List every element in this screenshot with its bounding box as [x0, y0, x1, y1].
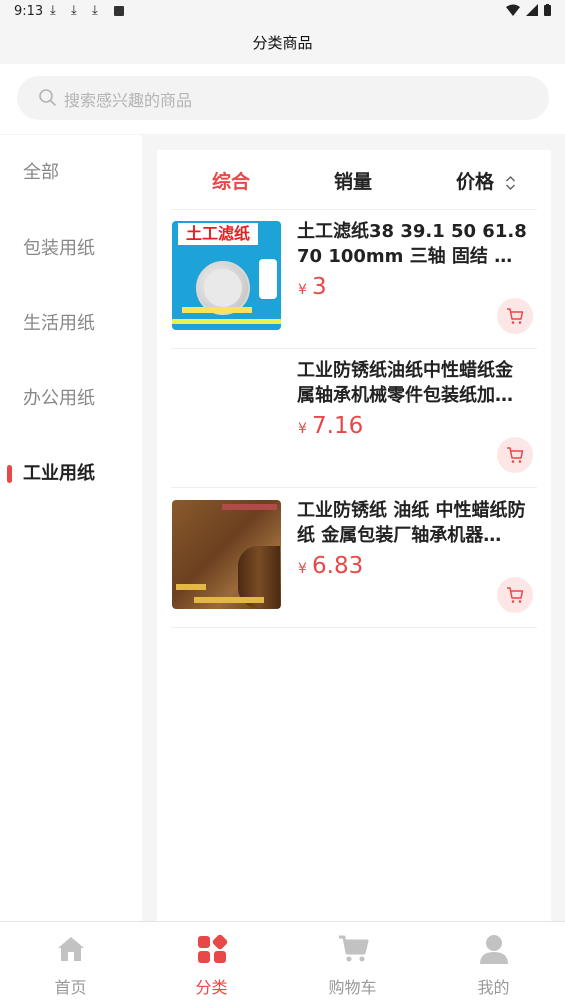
sidebar-item-industrial-paper[interactable]: 工业用纸: [0, 449, 142, 499]
product-name[interactable]: 工业防锈纸油纸中性蜡纸金属轴承机械零件包装纸加…: [297, 358, 529, 408]
tab-label: 我的: [477, 978, 510, 997]
currency-symbol: ¥: [298, 561, 307, 577]
product-image[interactable]: 土工滤纸: [172, 221, 281, 330]
sort-comprehensive-tab[interactable]: 综合: [212, 167, 250, 194]
price-value: 7.16: [312, 413, 364, 439]
sort-sales-tab[interactable]: 销量: [334, 167, 372, 194]
product-price: ¥ 7.16: [298, 413, 363, 439]
tab-home[interactable]: 首页: [0, 922, 141, 1004]
product-panel: 综合 销量 价格 土工滤纸 土工滤纸38 39.1 50 61.8 70 100…: [157, 150, 551, 921]
search-input[interactable]: 搜索感兴趣的商品: [17, 76, 549, 120]
tab-category[interactable]: 分类: [141, 922, 282, 1004]
tab-label: 首页: [54, 978, 87, 997]
product-image-shape: [176, 584, 206, 590]
add-to-cart-button[interactable]: [497, 298, 533, 334]
price-value: 6.83: [312, 553, 364, 579]
product-image[interactable]: [172, 500, 281, 609]
signal-icon: [526, 4, 539, 16]
battery-icon: [544, 4, 551, 16]
cart-icon: [339, 935, 369, 962]
sort-price-label: 价格: [456, 171, 495, 193]
user-icon: [480, 935, 508, 964]
tab-label: 分类: [195, 978, 228, 997]
search-placeholder: 搜索感兴趣的商品: [64, 91, 193, 110]
search-area: 搜索感兴趣的商品: [0, 64, 565, 134]
product-image-caption: 土工滤纸: [178, 223, 258, 245]
sidebar-item-household-paper[interactable]: 生活用纸: [0, 299, 142, 349]
status-bar: 9:13 ⤓ ⤓ ⤓: [0, 0, 565, 24]
product-name[interactable]: 土工滤纸38 39.1 50 61.8 70 100mm 三轴 固结 直剪 …: [297, 219, 529, 269]
bottom-tab-bar: 首页 分类 购物车 我的: [0, 921, 565, 1004]
sidebar-item-packaging-paper[interactable]: 包装用纸: [0, 224, 142, 274]
download-icon: ⤓: [92, 3, 98, 18]
product-image-shape: [259, 259, 277, 299]
currency-symbol: ¥: [298, 421, 307, 437]
status-right-icons: [506, 4, 551, 19]
product-price: ¥ 3: [298, 274, 327, 300]
product-item[interactable]: 工业防锈纸 油纸 中性蜡纸防纸 金属包装厂轴承机器… ¥ 6.83: [171, 489, 537, 628]
product-image-shape: [172, 319, 281, 324]
product-item[interactable]: 工业防锈纸油纸中性蜡纸金属轴承机械零件包装纸加… ¥ 7.16: [171, 349, 537, 488]
wifi-icon: [506, 4, 521, 16]
cart-icon: [507, 447, 524, 463]
download-icon: ⤓: [50, 3, 56, 18]
add-to-cart-button[interactable]: [497, 437, 533, 473]
currency-symbol: ¥: [298, 282, 307, 298]
tab-label: 购物车: [328, 978, 377, 997]
tab-cart[interactable]: 购物车: [282, 922, 423, 1004]
sidebar-item-office-paper[interactable]: 办公用纸: [0, 374, 142, 424]
status-time: 9:13: [14, 4, 44, 19]
product-image-shape: [194, 597, 264, 603]
product-item[interactable]: 土工滤纸 土工滤纸38 39.1 50 61.8 70 100mm 三轴 固结 …: [171, 210, 537, 349]
sidebar-item-all[interactable]: 全部: [0, 148, 142, 198]
sort-arrows-icon: [505, 175, 515, 190]
search-icon: [39, 89, 56, 106]
notification-icon: [114, 6, 124, 16]
category-icon: [198, 934, 228, 963]
home-icon: [58, 937, 84, 961]
product-price: ¥ 6.83: [298, 553, 363, 579]
cart-icon: [507, 308, 524, 324]
tab-profile[interactable]: 我的: [423, 922, 564, 1004]
category-sidebar: 全部 包装用纸 生活用纸 办公用纸 工业用纸: [0, 135, 142, 921]
page-title: 分类商品: [0, 24, 565, 64]
product-image[interactable]: [172, 360, 281, 469]
product-image-shape: [204, 269, 242, 307]
product-name[interactable]: 工业防锈纸 油纸 中性蜡纸防纸 金属包装厂轴承机器…: [297, 498, 529, 548]
price-value: 3: [312, 274, 327, 300]
sort-price-tab[interactable]: 价格: [456, 167, 516, 194]
product-image-shape: [222, 504, 277, 510]
cart-icon: [507, 587, 524, 603]
sort-bar: 综合 销量 价格: [171, 150, 537, 210]
product-image-shape: [182, 307, 252, 313]
add-to-cart-button[interactable]: [497, 577, 533, 613]
download-icon: ⤓: [71, 3, 77, 18]
